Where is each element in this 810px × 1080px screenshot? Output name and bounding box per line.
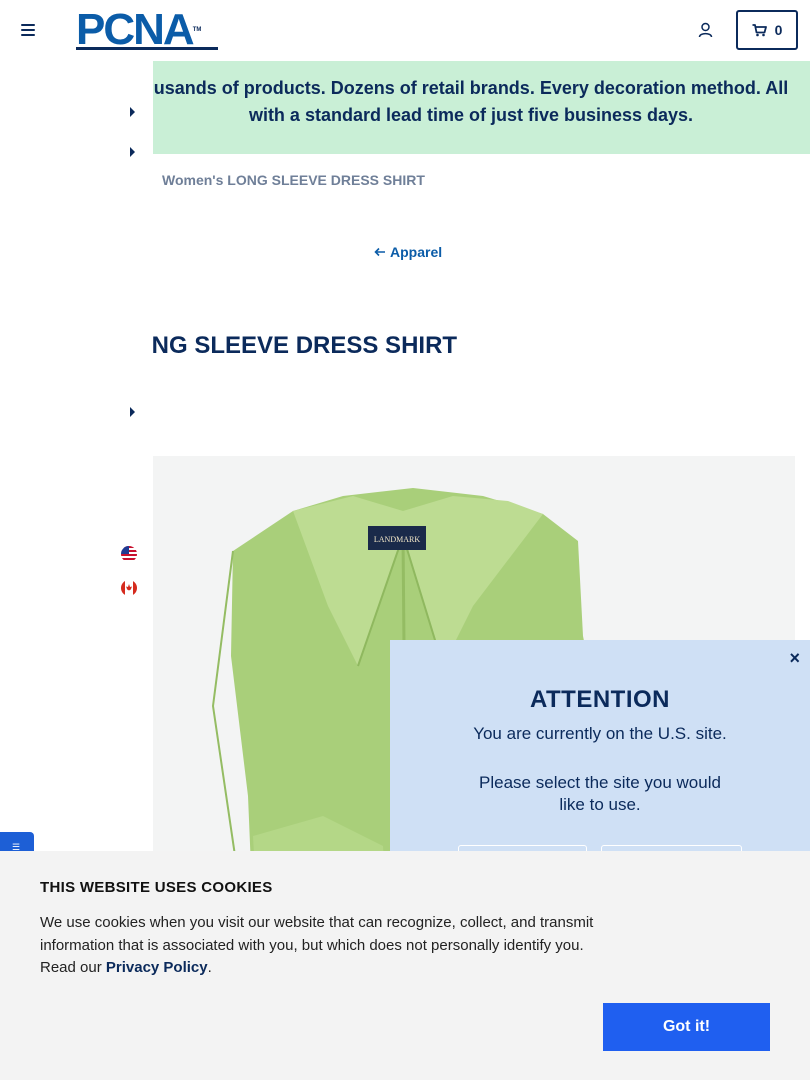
product-title: ONG SLEEVE DRESS SHIRT — [153, 332, 458, 359]
modal-current-site-text: You are currently on the U.S. site. — [473, 724, 727, 743]
shirt-label: LANDMARK — [374, 535, 420, 544]
sidebar-expand-caret[interactable] — [130, 107, 135, 117]
breadcrumb[interactable]: Women's LONG SLEEVE DRESS SHIRT — [162, 172, 425, 188]
site-header: PCNATM 0 — [0, 0, 810, 61]
cart-icon — [752, 23, 767, 36]
accept-cookies-button[interactable]: Got it! — [603, 1003, 770, 1051]
modal-select-text-2: like to use. — [559, 795, 641, 814]
page: PCNATM 0 usands of products. Dozens of r… — [0, 0, 810, 1080]
back-link-label: Apparel — [390, 244, 443, 260]
cookie-text: We use cookies when you visit our websit… — [40, 912, 605, 980]
canada-flag-icon[interactable] — [121, 580, 137, 596]
sidebar-expand-caret[interactable] — [130, 407, 135, 417]
cart-count: 0 — [774, 22, 783, 38]
logo-trademark: TM — [192, 27, 202, 33]
promo-line-1: usands of products. Dozens of retail bra… — [153, 78, 789, 98]
cookie-banner: THIS WEBSITE USES COOKIES We use cookies… — [0, 851, 810, 1080]
promo-banner: usands of products. Dozens of retail bra… — [153, 61, 810, 154]
promo-text: usands of products. Dozens of retail bra… — [141, 75, 801, 129]
privacy-policy-link[interactable]: Privacy Policy — [106, 959, 208, 976]
promo-line-2: with a standard lead time of just five b… — [248, 105, 694, 125]
logo-underline — [76, 47, 218, 50]
close-modal-button[interactable]: × — [789, 648, 800, 669]
menu-icon[interactable] — [21, 24, 35, 36]
product-title-wrap: ONG SLEEVE DRESS SHIRT — [153, 330, 553, 364]
pcna-logo[interactable]: PCNATM — [76, 8, 202, 52]
cookie-title: THIS WEBSITE USES COOKIES — [40, 879, 273, 896]
sidebar-expand-caret[interactable] — [130, 147, 135, 157]
us-flag-icon[interactable] — [121, 546, 137, 562]
user-account-icon[interactable] — [698, 22, 713, 38]
back-to-category-link[interactable]: Apparel — [374, 244, 442, 260]
cookie-period: . — [207, 959, 212, 976]
modal-select-text-1: Please select the site you would — [479, 773, 721, 792]
modal-title: ATTENTION — [529, 686, 671, 713]
cart-button[interactable]: 0 — [736, 10, 798, 50]
arrow-left-icon — [374, 247, 385, 257]
